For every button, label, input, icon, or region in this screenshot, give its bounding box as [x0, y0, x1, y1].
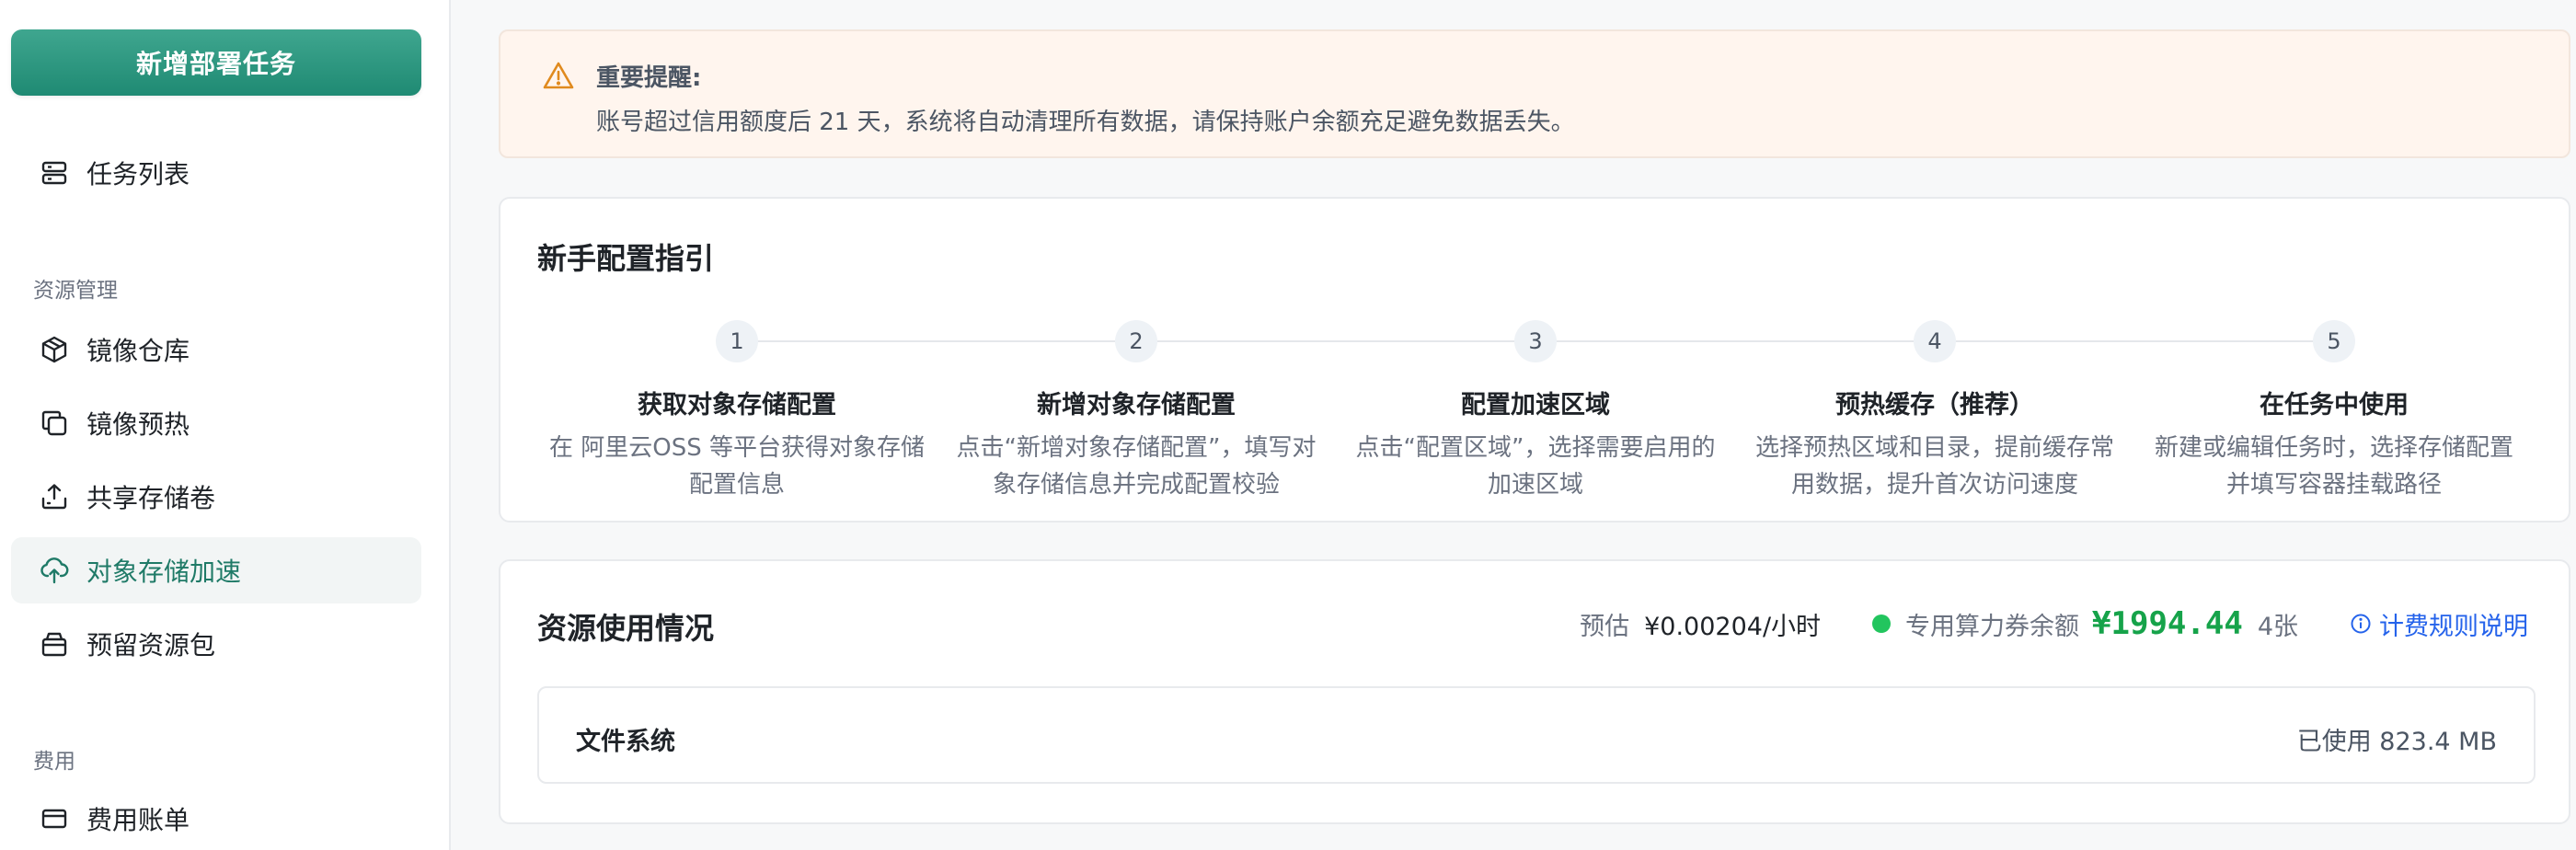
step-title: 预热缓存（推荐） — [1835, 391, 2034, 419]
balance-label: 专用算力券余额 — [1905, 612, 2080, 641]
step-description: 点击“配置区域”，选择需要启用的加速区域 — [1355, 434, 1716, 499]
nav-group-billing: 费用 — [33, 750, 75, 774]
copy-icon — [39, 408, 70, 439]
sidebar-item-reserved-package[interactable]: 预留资源包 — [11, 611, 421, 677]
alert-title: 重要提醒: — [596, 64, 702, 92]
sidebar-item-label: 镜像仓库 — [86, 336, 190, 366]
sidebar-item-label: 镜像预热 — [86, 409, 190, 440]
nav-group-resource: 资源管理 — [33, 279, 118, 303]
cube-icon — [39, 334, 70, 365]
guide-step: 5 在任务中使用 新建或编辑任务时，选择存储配置并填写容器挂载路径 — [2134, 307, 2534, 503]
sidebar-item-shared-volume[interactable]: 共享存储卷 — [11, 464, 421, 530]
guide-step: 2 新增对象存储配置 点击“新增对象存储配置”，填写对象存储信息并完成配置校验 — [937, 307, 1336, 503]
app-root: 新增部署任务 任务列表 资源管理 镜像仓库 镜像预热 共享存储卷 对象存储加速 … — [0, 0, 2576, 850]
main-content: 重要提醒: 账号超过信用额度后 21 天，系统将自动清理所有数据，请保持账户余额… — [499, 0, 2576, 850]
sidebar-item-object-storage-accel[interactable]: 对象存储加速 — [11, 537, 421, 603]
sidebar-item-image-repo[interactable]: 镜像仓库 — [11, 316, 421, 383]
sidebar-item-label: 预留资源包 — [86, 630, 216, 660]
billing-rules-label: 计费规则说明 — [2379, 612, 2528, 641]
step-title: 配置加速区域 — [1461, 391, 1610, 419]
sidebar-item-label: 任务列表 — [86, 159, 190, 190]
new-deploy-task-button[interactable]: 新增部署任务 — [11, 29, 421, 96]
step-description: 点击“新增对象存储配置”，填写对象存储信息并完成配置校验 — [956, 434, 1317, 499]
alert-text: 账号超过信用额度后 21 天，系统将自动清理所有数据，请保持账户余额充足避免数据… — [596, 109, 1575, 136]
sidebar-item-task-list[interactable]: 任务列表 — [11, 140, 421, 206]
status-dot-icon — [1872, 615, 1892, 633]
info-icon — [2351, 614, 2371, 634]
sidebar-item-label: 对象存储加速 — [86, 557, 242, 587]
step-title: 在任务中使用 — [2260, 391, 2409, 419]
file-system-row: 文件系统 已使用 823.4 MB — [537, 686, 2536, 784]
step-number: 3 — [1514, 320, 1557, 362]
voucher-count: 4张 — [2257, 612, 2298, 641]
guide-title: 新手配置指引 — [537, 241, 715, 276]
step-description: 在 阿里云OSS 等平台获得对象存储配置信息 — [548, 434, 925, 499]
credit-card-icon — [39, 803, 70, 834]
sidebar-item-image-preheat[interactable]: 镜像预热 — [11, 390, 421, 456]
sidebar-item-billing[interactable]: 费用账单 — [11, 786, 421, 850]
sidebar: 新增部署任务 任务列表 资源管理 镜像仓库 镜像预热 共享存储卷 对象存储加速 … — [0, 0, 451, 850]
sidebar-item-label: 费用账单 — [86, 805, 190, 835]
important-alert: 重要提醒: 账号超过信用额度后 21 天，系统将自动清理所有数据，请保持账户余额… — [499, 29, 2570, 158]
billing-rules-link[interactable]: 计费规则说明 — [2350, 606, 2528, 642]
step-number: 2 — [1115, 320, 1157, 362]
cloud-upload-icon — [39, 555, 70, 586]
usage-summary: 预估 ¥0.00204/小时 专用算力券余额 ¥1994.44 4张 计费规则说… — [1580, 602, 2528, 646]
guide-steps: 1 获取对象存储配置 在 阿里云OSS 等平台获得对象存储配置信息 2 新增对象… — [537, 307, 2536, 510]
setup-guide-card: 新手配置指引 1 获取对象存储配置 在 阿里云OSS 等平台获得对象存储配置信息… — [499, 197, 2570, 523]
resource-usage-card: 资源使用情况 预估 ¥0.00204/小时 专用算力券余额 ¥1994.44 4… — [499, 559, 2570, 824]
step-number: 5 — [2313, 320, 2355, 362]
upload-tray-icon — [39, 481, 70, 512]
estimate-value: ¥0.00204/小时 — [1644, 612, 1822, 641]
guide-step: 4 预热缓存（推荐） 选择预热区域和目录，提前缓存常用数据，提升首次访问速度 — [1735, 307, 2134, 503]
step-title: 新增对象存储配置 — [1037, 391, 1236, 419]
estimate-label: 预估 — [1580, 612, 1630, 641]
file-system-usage: 已使用 823.4 MB — [2296, 728, 2497, 756]
server-list-icon — [39, 157, 70, 189]
step-description: 选择预热区域和目录，提前缓存常用数据，提升首次访问速度 — [1754, 434, 2114, 499]
guide-step: 1 获取对象存储配置 在 阿里云OSS 等平台获得对象存储配置信息 — [537, 307, 937, 503]
step-description: 新建或编辑任务时，选择存储配置并填写容器挂载路径 — [2154, 434, 2513, 499]
guide-step: 3 配置加速区域 点击“配置区域”，选择需要启用的加速区域 — [1336, 307, 1735, 503]
step-number: 1 — [716, 320, 758, 362]
usage-title: 资源使用情况 — [537, 611, 715, 646]
sidebar-item-label: 共享存储卷 — [86, 483, 216, 513]
warning-icon — [543, 61, 574, 90]
package-icon — [39, 628, 70, 660]
file-system-label: 文件系统 — [576, 728, 675, 756]
step-number: 4 — [1914, 320, 1956, 362]
step-title: 获取对象存储配置 — [638, 391, 836, 419]
balance-value: ¥1994.44 — [2092, 605, 2243, 642]
